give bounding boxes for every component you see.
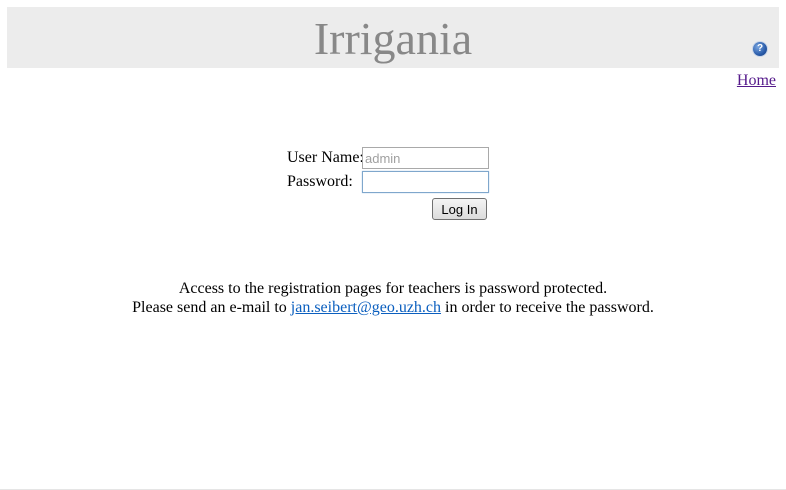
email-link[interactable]: jan.seibert@geo.uzh.ch <box>291 299 441 316</box>
info-text: Access to the registration pages for tea… <box>0 279 786 317</box>
app-title: Irrigania <box>313 13 473 64</box>
info-line-2: Please send an e-mail to jan.seibert@geo… <box>0 298 786 317</box>
help-icon[interactable]: ? <box>753 42 767 56</box>
login-form: User Name: Password: Log In <box>285 146 495 224</box>
page: Irrigania ? Home User Name: Password: Lo… <box>0 0 786 490</box>
password-input[interactable] <box>362 171 489 193</box>
username-input[interactable] <box>362 147 489 169</box>
password-row: Password: <box>285 170 495 194</box>
submit-row: Log In <box>285 198 495 224</box>
info-line-2-prefix: Please send an e-mail to <box>132 299 291 316</box>
info-line-1: Access to the registration pages for tea… <box>178 280 608 297</box>
header-bar: Irrigania ? <box>7 7 779 68</box>
home-link[interactable]: Home <box>737 72 776 90</box>
password-label: Password: <box>287 173 353 190</box>
info-line-2-suffix: in order to receive the password. <box>441 299 654 316</box>
username-label: User Name: <box>287 149 364 166</box>
username-row: User Name: <box>285 146 495 170</box>
login-button[interactable]: Log In <box>432 198 487 220</box>
